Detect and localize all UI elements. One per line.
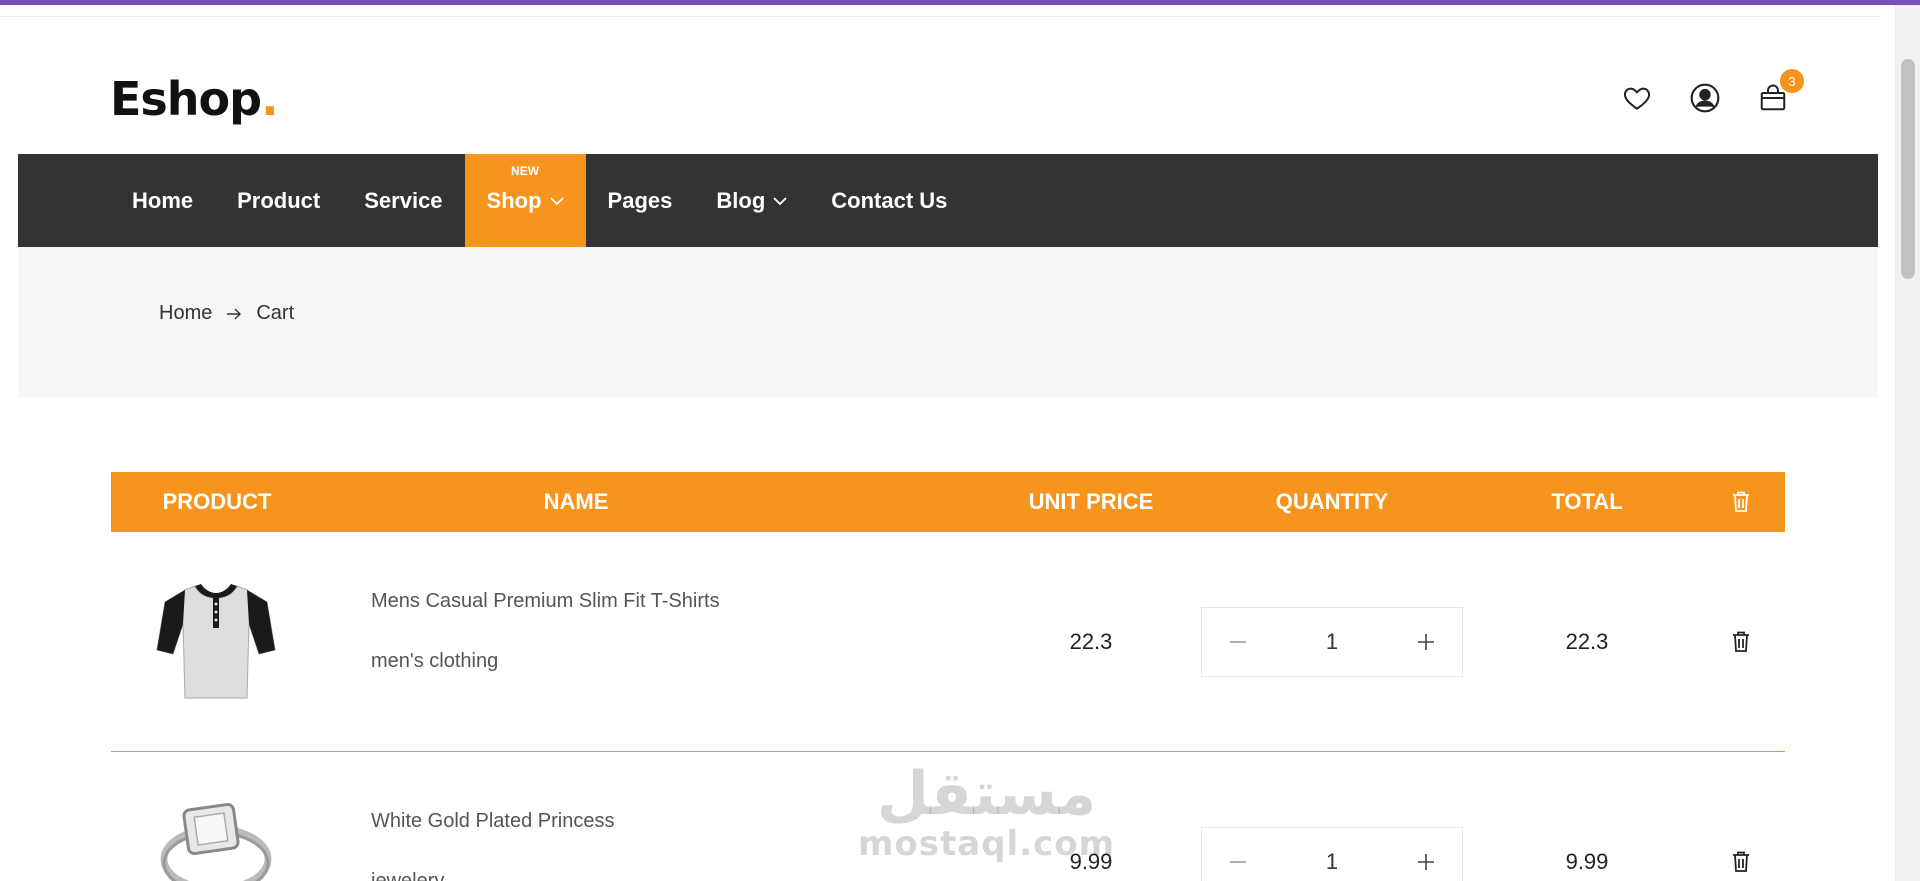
nav-item-shop[interactable]: NEW Shop	[464, 154, 586, 247]
minus-icon	[1230, 641, 1246, 643]
breadcrumb: Home Cart	[159, 302, 294, 325]
page: Eshop. 3 Home Product Service NEW Shop P…	[18, 17, 1878, 881]
product-image[interactable]	[151, 797, 281, 881]
clear-cart-button[interactable]	[1711, 472, 1771, 532]
cart-count-badge: 3	[1780, 69, 1804, 93]
quantity-value[interactable]: 1	[1326, 629, 1338, 655]
ring-image	[160, 803, 272, 881]
plus-icon	[1418, 854, 1434, 870]
window-top-strip	[0, 5, 1880, 17]
decrease-button[interactable]	[1226, 850, 1250, 874]
cart-table: PRODUCT NAME UNIT PRICE QUANTITY TOTAL M…	[111, 472, 1785, 881]
scrollbar-thumb[interactable]	[1901, 59, 1915, 279]
main-nav: Home Product Service NEW Shop Pages Blog…	[18, 154, 1878, 247]
col-total: TOTAL	[1551, 489, 1623, 514]
trash-icon	[1733, 631, 1749, 652]
logo-dot: .	[261, 72, 279, 126]
remove-item-button[interactable]	[1711, 842, 1771, 881]
product-category: jewelery	[371, 870, 445, 881]
remove-item-button[interactable]	[1711, 622, 1771, 662]
product-category: men's clothing	[371, 650, 499, 672]
col-product: PRODUCT	[162, 489, 272, 514]
user-icon	[1690, 83, 1720, 113]
row-total: 9.99	[1565, 849, 1609, 874]
nav-label: Service	[364, 187, 443, 213]
unit-price: 22.3	[1069, 629, 1113, 654]
table-header: PRODUCT NAME UNIT PRICE QUANTITY TOTAL	[111, 472, 1785, 532]
nav-label: Pages	[607, 187, 673, 213]
increase-button[interactable]	[1414, 630, 1438, 654]
product-name[interactable]: White Gold Plated Princess	[371, 810, 614, 833]
minus-icon	[1230, 861, 1246, 863]
arrow-right-icon	[227, 308, 242, 319]
account-button[interactable]	[1688, 81, 1722, 115]
nav-item-blog[interactable]: Blog	[694, 154, 809, 247]
trash-icon	[1733, 491, 1749, 512]
nav-item-home[interactable]: Home	[110, 154, 215, 247]
new-tag: NEW	[511, 164, 540, 178]
wishlist-button[interactable]	[1620, 81, 1654, 115]
product-image[interactable]	[151, 577, 281, 707]
breadcrumb-band	[18, 247, 1878, 397]
logo-text: Eshop	[110, 72, 262, 126]
cart-button[interactable]: 3	[1756, 69, 1804, 115]
col-name: NAME	[543, 489, 609, 514]
logo[interactable]: Eshop.	[110, 72, 279, 126]
unit-price: 9.99	[1069, 849, 1113, 874]
nav-label: Blog	[716, 187, 766, 213]
quantity-stepper: 1	[1201, 827, 1463, 881]
breadcrumb-current: Cart	[256, 302, 295, 324]
plus-icon	[1418, 634, 1434, 650]
table-row: White Gold Plated Princess jewelery 9.99…	[111, 752, 1785, 881]
chevron-down-icon	[549, 196, 564, 205]
nav-label: Product	[237, 187, 321, 213]
quantity-value[interactable]: 1	[1326, 849, 1338, 875]
trash-icon	[1733, 851, 1749, 872]
nav-label: Shop	[486, 187, 542, 213]
decrease-button[interactable]	[1226, 630, 1250, 654]
col-unit-price: UNIT PRICE	[1028, 489, 1154, 514]
table-row: Mens Casual Premium Slim Fit T-Shirts me…	[111, 532, 1785, 752]
product-name[interactable]: Mens Casual Premium Slim Fit T-Shirts	[371, 590, 720, 613]
nav-label: Home	[132, 187, 194, 213]
scrollbar[interactable]	[1895, 5, 1920, 881]
breadcrumb-home[interactable]: Home	[159, 302, 212, 325]
row-total: 22.3	[1565, 629, 1609, 654]
heart-icon	[1623, 87, 1651, 110]
nav-label: Contact Us	[831, 187, 948, 213]
increase-button[interactable]	[1414, 850, 1438, 874]
nav-item-product[interactable]: Product	[215, 154, 342, 247]
tshirt-image	[156, 584, 276, 699]
header-icons: 3	[1620, 69, 1804, 115]
site-header: Eshop. 3	[18, 17, 1878, 154]
chevron-down-icon	[773, 196, 787, 205]
nav-item-service[interactable]: Service	[342, 154, 464, 247]
nav-item-contact[interactable]: Contact Us	[809, 154, 969, 247]
col-quantity: QUANTITY	[1275, 489, 1389, 514]
quantity-stepper: 1	[1201, 607, 1463, 677]
nav-item-pages[interactable]: Pages	[586, 154, 695, 247]
